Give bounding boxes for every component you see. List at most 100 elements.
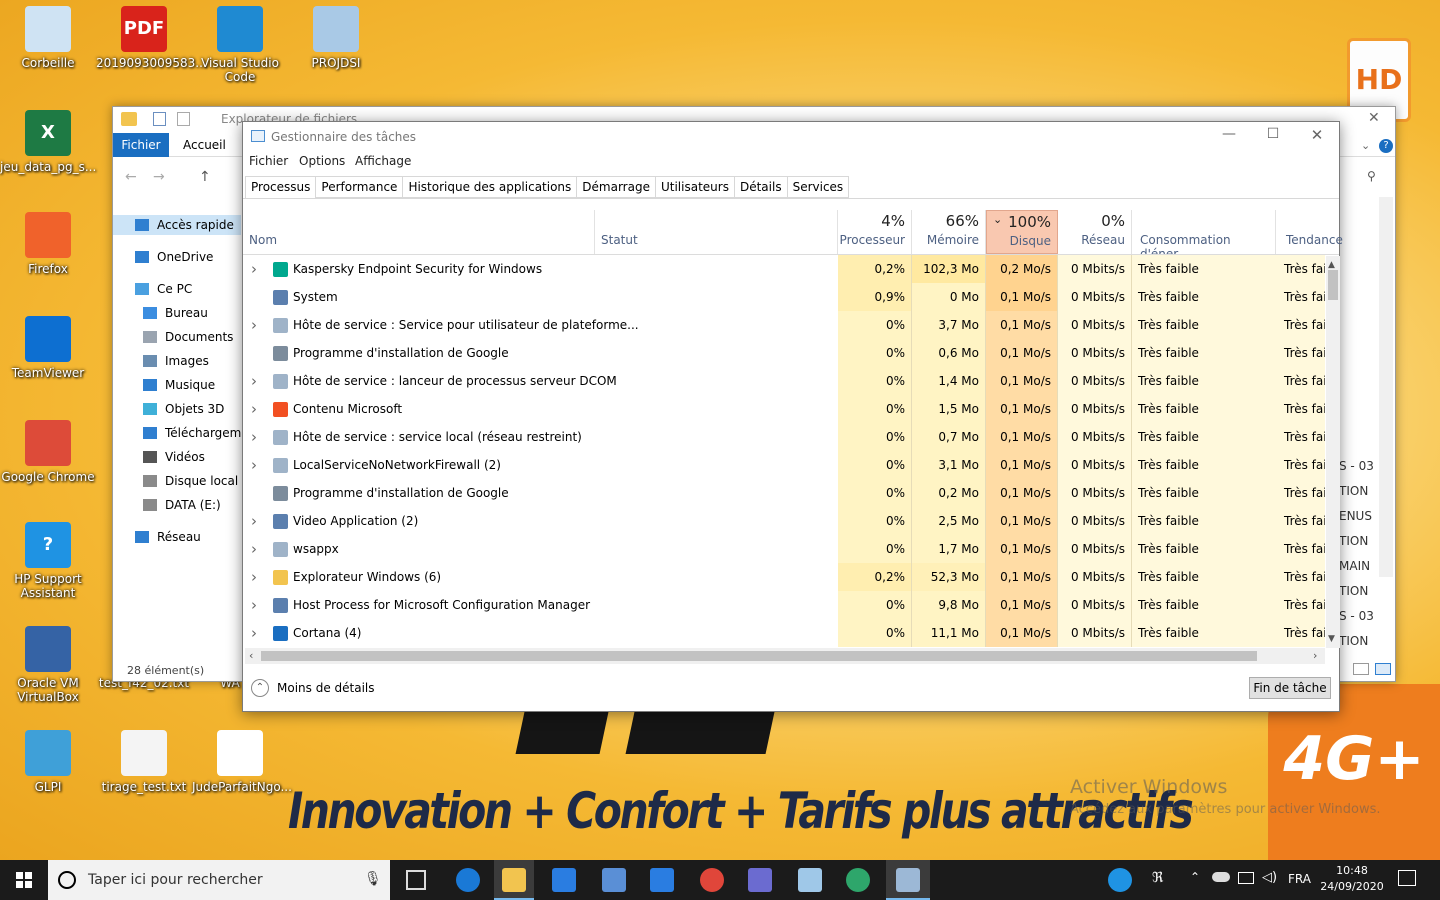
desktop-icon[interactable]: JudeParfaitNgo... <box>192 730 292 794</box>
nav-item[interactable]: Musique <box>143 375 215 395</box>
process-row[interactable]: › LocalServiceNoNetworkFirewall (2) 0% 3,1 … <box>243 451 1325 479</box>
desktop-icon[interactable]: Xjeu_data_pg_s... <box>0 110 96 174</box>
menu-view[interactable]: Affichage <box>355 154 411 168</box>
expand-chevron-icon[interactable]: › <box>251 591 257 619</box>
tab-file[interactable]: Fichier <box>113 133 169 157</box>
volume-icon[interactable]: ◁) <box>1262 870 1277 885</box>
network-tool-icon[interactable] <box>748 868 772 892</box>
back-arrow-icon[interactable]: ← <box>125 169 137 185</box>
process-row[interactable]: Programme d'installation de Google 0% 0,6 … <box>243 339 1325 367</box>
chrome-icon[interactable] <box>700 868 724 892</box>
nav-item[interactable]: OneDrive <box>135 247 213 267</box>
nav-item[interactable]: Accès rapide <box>113 215 241 235</box>
tab-processes[interactable]: Processus <box>245 176 317 199</box>
column-name[interactable]: Nom <box>243 210 595 254</box>
expand-chevron-icon[interactable]: › <box>251 395 257 423</box>
process-row[interactable]: › wsappx 0% 1,7 Mo 0,1 Mo/s 0 Mbits/s Très fai… <box>243 535 1325 563</box>
collapse-chevron-icon[interactable]: ⌃ <box>251 679 269 697</box>
column-memory[interactable]: 66% Mémoire <box>912 210 986 254</box>
column-disk[interactable]: ⌄ 100% Disque <box>986 210 1058 254</box>
menu-options[interactable]: Options <box>299 154 345 168</box>
desktop-icon[interactable]: Firefox <box>0 212 96 276</box>
close-icon[interactable]: ✕ <box>1368 110 1380 126</box>
close-button[interactable]: ✕ <box>1297 126 1337 148</box>
expand-chevron-icon[interactable]: › <box>251 423 257 451</box>
hp-support-tray-icon[interactable] <box>1108 868 1132 892</box>
column-status[interactable]: Statut <box>595 210 838 254</box>
maximize-button[interactable]: ☐ <box>1253 126 1293 148</box>
task-manager-window[interactable]: Gestionnaire des tâches — ☐ ✕ Fichier Op… <box>242 121 1343 712</box>
nav-item[interactable]: Réseau <box>135 527 201 547</box>
cloud-icon[interactable] <box>1212 872 1230 882</box>
expand-chevron-icon[interactable]: › <box>251 255 257 283</box>
nav-item[interactable]: Vidéos <box>143 447 205 467</box>
taskbar-explorer-button[interactable] <box>494 860 534 900</box>
column-cpu[interactable]: 4% Processeur <box>838 210 912 254</box>
scroll-thumb[interactable] <box>1328 270 1338 300</box>
tab-performance[interactable]: Performance <box>316 176 404 198</box>
tab-app-history[interactable]: Historique des applications <box>403 176 578 198</box>
process-row[interactable]: › Explorateur Windows (6) 0,2% 52,3 Mo 0,1 M… <box>243 563 1325 591</box>
scroll-down-icon[interactable]: ▼ <box>1328 634 1335 644</box>
desktop-icon[interactable]: Google Chrome <box>0 420 96 484</box>
column-power[interactable]: Consommation d'éner... <box>1132 210 1276 261</box>
expand-chevron-icon[interactable]: › <box>251 535 257 563</box>
fewer-details-link[interactable]: Moins de détails <box>277 681 375 695</box>
new-folder-icon[interactable] <box>177 112 190 126</box>
desktop-icon[interactable]: GLPI <box>0 730 96 794</box>
microphone-icon[interactable]: 🎙 <box>364 871 382 887</box>
process-row[interactable]: › Hôte de service : Service pour utilisat… <box>243 311 1325 339</box>
search-box[interactable]: Taper ici pour rechercher 🎙 <box>48 860 390 900</box>
column-trend[interactable]: Tendance <box>1276 210 1343 254</box>
clock[interactable]: 10:48 24/09/2020 <box>1320 863 1384 895</box>
windows-start-icon[interactable] <box>16 872 32 888</box>
menu-file[interactable]: Fichier <box>249 154 288 168</box>
expand-chevron-icon[interactable]: › <box>251 451 257 479</box>
process-row[interactable]: › Host Process for Microsoft Configuratio… <box>243 591 1325 619</box>
expand-chevron-icon[interactable]: › <box>251 619 257 647</box>
nav-item[interactable]: Documents <box>143 327 233 347</box>
store-icon[interactable] <box>552 868 576 892</box>
process-row[interactable]: › Video Application (2) 0% 2,5 Mo 0,1 Mo/s 0 … <box>243 507 1325 535</box>
notifications-icon[interactable] <box>1398 870 1416 886</box>
people-icon[interactable]: ℜ <box>1152 870 1163 886</box>
search-icon[interactable]: ⚲ <box>1367 169 1376 183</box>
tab-startup[interactable]: Démarrage <box>577 176 656 198</box>
atom-icon[interactable] <box>846 868 870 892</box>
mail-icon[interactable] <box>650 868 674 892</box>
edge-icon[interactable] <box>456 868 480 892</box>
nav-item[interactable]: Ce PC <box>135 279 192 299</box>
scroll-left-icon[interactable]: ‹ <box>249 649 253 662</box>
desktop-icon[interactable]: TeamViewer <box>0 316 96 380</box>
process-row[interactable]: System 0,9% 0 Mo 0,1 Mo/s 0 Mbits/s Très faib… <box>243 283 1325 311</box>
desktop-icon[interactable]: Corbeille <box>0 6 96 70</box>
process-row[interactable]: › Hôte de service : lanceur de processus … <box>243 367 1325 395</box>
expand-chevron-icon[interactable]: › <box>251 367 257 395</box>
hscroll-thumb[interactable] <box>261 651 1257 661</box>
details-view-icon[interactable] <box>1353 663 1369 675</box>
horizontal-scrollbar[interactable]: ‹ › <box>245 648 1325 664</box>
desktop-icon[interactable]: Visual Studio Code <box>192 6 288 84</box>
scroll-up-icon[interactable]: ▲ <box>1328 260 1335 270</box>
large-icons-view-icon[interactable] <box>1375 663 1391 675</box>
tab-home[interactable]: Accueil <box>183 133 226 157</box>
language-indicator[interactable]: FRA <box>1288 872 1311 886</box>
scroll-right-icon[interactable]: › <box>1313 649 1317 662</box>
task-view-icon[interactable] <box>406 870 426 890</box>
nav-item[interactable]: Images <box>143 351 209 371</box>
expand-chevron-icon[interactable]: › <box>251 563 257 591</box>
up-arrow-icon[interactable]: ↑ <box>199 169 211 185</box>
desktop-icon[interactable]: tirage_test.txt <box>96 730 192 794</box>
tab-details[interactable]: Détails <box>734 176 788 198</box>
properties-icon[interactable] <box>153 112 166 126</box>
process-row[interactable]: › Kaspersky Endpoint Security for Windows… <box>243 255 1325 283</box>
expand-chevron-icon[interactable]: › <box>251 507 257 535</box>
expand-chevron-icon[interactable]: › <box>251 311 257 339</box>
remote-desktop-icon[interactable] <box>602 868 626 892</box>
notepad-icon[interactable] <box>798 868 822 892</box>
vertical-scrollbar[interactable]: ▲ ▼ <box>1326 256 1340 648</box>
process-row[interactable]: Programme d'installation de Google 0% 0,2 … <box>243 479 1325 507</box>
desktop-icon[interactable]: PDF 2019093009583... <box>96 6 207 70</box>
tab-services[interactable]: Services <box>787 176 850 198</box>
end-task-button[interactable]: Fin de tâche <box>1249 677 1331 699</box>
